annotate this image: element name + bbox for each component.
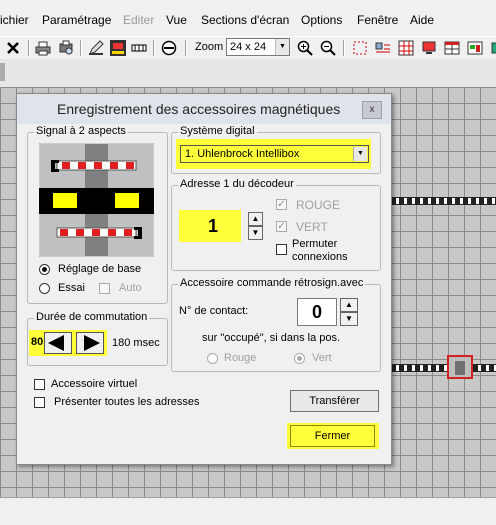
tab-strip [0,59,496,87]
radio-feedback-vert-label: Vert [312,352,332,364]
overflow-icon[interactable] [488,40,496,56]
address-up-button[interactable]: ▲ [248,212,263,226]
edit-pen-icon[interactable] [88,40,104,56]
address-down-button[interactable]: ▼ [248,226,263,240]
radio-feedback-rouge-label: Rouge [224,352,257,364]
occupied-text: sur "occupé", si dans la pos. [202,332,341,344]
chevron-down-icon[interactable]: ▼ [353,147,367,161]
contact-input[interactable]: 0 [297,298,337,326]
duration-value: 180 msec [112,337,160,349]
digital-system-legend: Système digital [178,125,257,137]
signal-group-legend: Signal à 2 aspects [34,125,128,137]
decoder-address-legend: Adresse 1 du décodeur [178,178,296,190]
layout-icon[interactable] [375,40,391,56]
virtual-accessory-label: Accessoire virtuel [51,378,138,390]
radio-feedback-rouge[interactable] [207,353,218,364]
feedback-group: Accessoire commande rétrosign.avec N° de… [171,277,381,372]
radio-base-setting[interactable] [39,264,50,275]
signal-preview-icon [39,143,154,257]
contact-up-button[interactable]: ▲ [340,298,358,312]
zoom-select[interactable]: 24 x 24 ▼ [226,38,290,56]
swap-connections-label-2: connexions [292,251,348,263]
duration-value-prefix: 80 [31,336,44,348]
dialog-title-bar[interactable]: Enregistrement des accessoires magnétiqu… [17,94,391,124]
increase-arrow-icon[interactable] [76,332,104,354]
radio-base-setting-label: Réglage de base [58,263,142,275]
chevron-down-icon[interactable]: ▼ [275,39,289,55]
menu-vue[interactable]: Vue [166,13,187,27]
toolbar-separator [28,40,30,56]
menu-sections-ecran[interactable]: Sections d'écran [201,13,289,27]
menu-aide[interactable]: Aide [410,13,434,27]
print-icon[interactable] [35,40,51,56]
digital-system-group: Système digital 1. Uhlenbrock Intellibox… [171,125,381,174]
settings-window-icon[interactable] [467,40,483,56]
toolbar: Zoom 24 x 24 ▼ [0,36,496,60]
digital-system-value: 1. Uhlenbrock Intellibox [185,148,300,160]
dialog-title: Enregistrement des accessoires magnétiqu… [57,101,341,117]
digital-system-select[interactable]: 1. Uhlenbrock Intellibox ▼ [180,145,369,163]
radio-feedback-vert[interactable] [294,353,305,364]
vert-label: VERT [296,220,328,234]
rouge-checkbox[interactable]: ✓ [276,199,287,210]
menu-fenetre[interactable]: Fenêtre [357,13,398,27]
toolbar-separator [185,40,187,56]
transfer-button[interactable]: Transférer [290,390,379,412]
track-segment[interactable] [375,197,496,205]
menu-bar: ichier Paramétrage Editer Vue Sections d… [0,0,496,36]
switching-duration-legend: Durée de commutation [34,311,150,323]
toolbar-separator [153,40,155,56]
select-area-icon[interactable] [352,40,368,56]
virtual-accessory-checkbox[interactable] [34,379,45,390]
table-icon[interactable] [444,40,460,56]
status-bar [0,497,496,525]
close-button[interactable]: Fermer [290,425,375,447]
swap-connections-checkbox[interactable] [276,244,287,255]
stop-icon[interactable] [161,40,177,56]
signal-group: Signal à 2 aspects Réglage de base Essai… [27,125,168,304]
switching-duration-group: Durée de commutation 80 180 msec [27,311,168,366]
track-segment[interactable] [473,364,496,372]
auto-checkbox[interactable] [99,283,110,294]
toolbar-separator [80,40,82,56]
zoom-value: 24 x 24 [230,41,267,53]
train-control-icon[interactable] [110,40,126,56]
menu-fichier[interactable]: ichier [0,13,29,27]
contact-down-button[interactable]: ▼ [340,312,358,326]
swap-connections-label-1: Permuter [292,238,338,250]
feedback-legend: Accessoire commande rétrosign.avec [178,277,366,289]
menu-editer[interactable]: Editer [123,13,154,27]
radio-test-label: Essai [58,282,85,294]
track-icon[interactable] [131,40,147,56]
zoom-label: Zoom [195,41,224,53]
menu-options[interactable]: Options [301,13,342,27]
contact-label: N° de contact: [179,305,249,317]
selected-signal-symbol[interactable] [447,355,473,379]
zoom-in-icon[interactable] [297,40,313,56]
show-all-addresses-label: Présenter toutes les adresses [54,396,200,408]
auto-label: Auto [119,282,142,294]
accessory-dialog: Enregistrement des accessoires magnétiqu… [16,93,392,465]
toolbar-separator [343,40,345,56]
vert-checkbox[interactable]: ✓ [276,221,287,232]
decrease-arrow-icon[interactable] [44,332,72,354]
tab-scroll-button[interactable] [0,63,5,81]
radio-test[interactable] [39,283,50,294]
print-preview-icon[interactable] [58,40,74,56]
menu-parametrage[interactable]: Paramétrage [42,13,111,27]
show-all-addresses-checkbox[interactable] [34,397,45,408]
rouge-label: ROUGE [296,198,341,212]
address-input[interactable]: 1 [182,212,244,240]
dialog-close-button[interactable]: x [362,101,382,119]
monitor-icon[interactable] [421,40,437,56]
decoder-address-group: Adresse 1 du décodeur 1 ▲ ▼ ✓ ROUGE ✓ VE… [171,178,381,271]
grid-icon[interactable] [398,40,414,56]
signal-symbol-core [455,361,465,375]
zoom-out-icon[interactable] [320,40,336,56]
close-icon[interactable] [5,40,21,56]
